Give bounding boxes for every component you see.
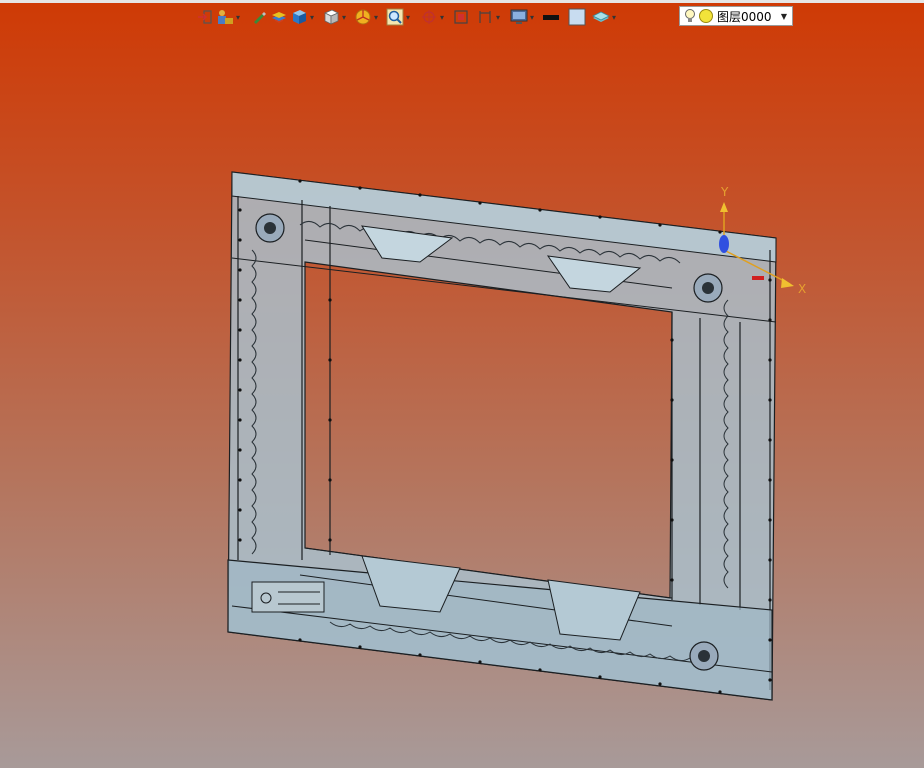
conveyor-frame-model[interactable]: Y X — [0, 0, 924, 768]
sprocket-top-right — [693, 273, 723, 303]
drive-motor — [251, 581, 325, 613]
axis-x-label: X — [798, 282, 806, 296]
sprocket-bottom-right — [689, 641, 719, 671]
axis-y-label: Y — [720, 185, 729, 199]
sprocket-top-left — [255, 213, 285, 243]
